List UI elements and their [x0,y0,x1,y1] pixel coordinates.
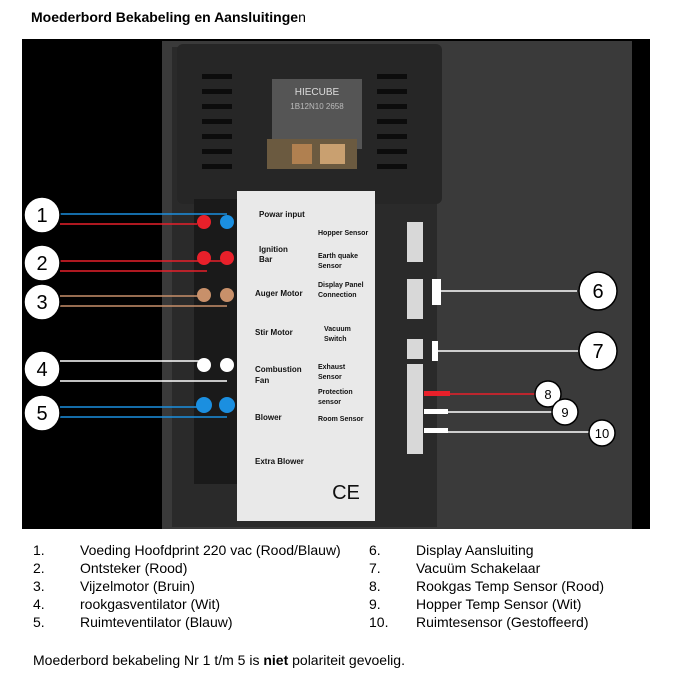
legend-item: 9. Hopper Temp Sensor (Wit) [369,596,582,612]
relay-logo: HIECUBE [295,87,340,98]
label-protection: Protection [318,389,353,396]
callout-2-label: 2 [36,253,47,275]
legend-item: 3. Vijzelmotor (Bruin) [33,578,195,594]
motherboard-photo: HIECUBE 1B12N10 2658 Powar input Ignitio… [22,39,650,529]
callout-4-label: 4 [36,359,47,381]
label-extra-blower: Extra Blower [255,457,304,466]
legend-item: 6. Display Aansluiting [369,542,534,558]
legend-item: 7. Vacuüm Schakelaar [369,560,541,576]
label-room-sensor: Room Sensor [318,416,364,423]
label-protection-sensor: sensor [318,399,341,406]
label-earth-quake-sensor: Sensor [318,263,342,270]
label-exhaust: Exhaust [318,364,346,371]
legend-item: 8. Rookgas Temp Sensor (Rood) [369,578,605,594]
callout-7-label: 7 [592,341,603,363]
callout-10-label: 10 [595,426,609,441]
label-vacuum: Vacuum [324,326,351,333]
label-ignition: Ignition [259,245,288,254]
ce-mark: CE [332,482,360,504]
callout-6-label: 6 [592,281,603,303]
label-combustion-fan: Fan [255,376,269,385]
callout-3-label: 3 [36,292,47,314]
label-display-panel: Display Panel [318,282,364,289]
legend-left: 1. Voeding Hoofdprint 220 vac (Rood/Blauw… [33,541,341,631]
legend-item: 5. Ruimteventilator (Blauw) [33,614,233,630]
label-power-input: Powar input [259,210,305,219]
label-blower: Blower [255,413,282,422]
legend-item: 2. Ontsteker (Rood) [33,560,188,576]
polarity-note: Moederbord bekabeling Nr 1 t/m 5 is niet… [33,652,405,668]
callout-5-label: 5 [36,403,47,425]
label-combustion: Combustion [255,365,302,374]
callout-9-label: 9 [561,405,568,420]
legend-item: 4. rookgasventilator (Wit) [33,596,221,612]
legend-item: 10. Ruimtesensor (Gestoffeerd) [369,614,589,630]
callout-8-label: 8 [544,387,551,402]
callout-1-label: 1 [36,205,47,227]
label-earth-quake: Earth quake [318,253,358,260]
legend-item: 1. Voeding Hoofdprint 220 vac (Rood/Blauw… [33,542,341,558]
label-hopper-sensor: Hopper Sensor [318,230,368,237]
label-stir-motor: Stir Motor [255,328,293,337]
page-title: Moederbord Bekabeling en Aansluitingen [31,9,306,25]
legend-right: 6. Display Aansluiting 7. Vacuüm Schakelaa… [369,541,604,631]
label-auger-motor: Auger Motor [255,289,303,298]
label-display-connection: Connection [318,292,357,299]
relay-model: 1B12N10 2658 [290,102,344,111]
label-exhaust-sensor: Sensor [318,374,342,381]
label-ignition-bar: Bar [259,255,272,264]
label-vacuum-switch: Switch [324,336,347,343]
